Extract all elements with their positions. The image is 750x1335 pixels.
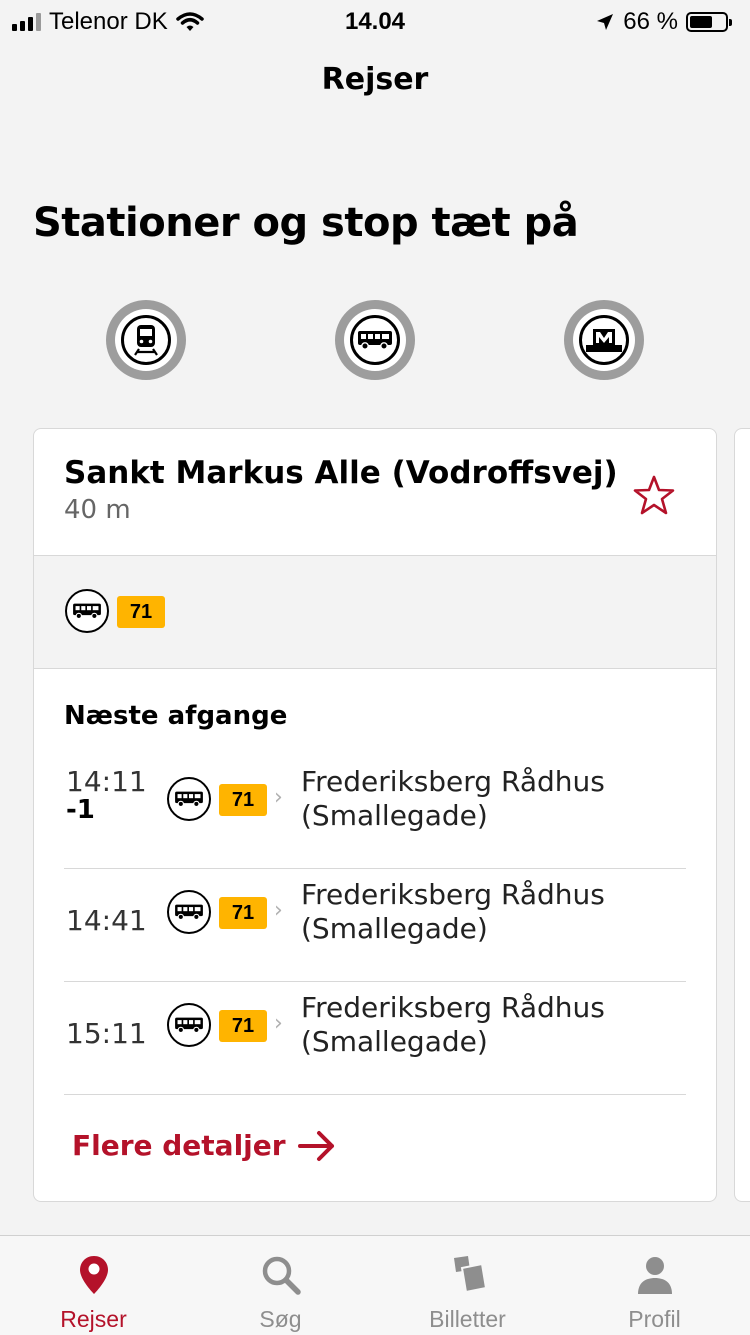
arrow-right-icon	[297, 1130, 334, 1161]
tab-profil[interactable]: Profil	[561, 1236, 748, 1335]
departure-row[interactable]: 14:41 71 › Frederiksberg Rådhus (Smalleg…	[64, 868, 686, 982]
tab-label: Rejser	[60, 1306, 127, 1332]
favorite-star-icon[interactable]	[632, 473, 676, 517]
departure-destination: Frederiksberg Rådhus (Smallegade)	[301, 765, 605, 833]
departure-time: 14:41	[66, 904, 147, 937]
bus-icon	[358, 331, 392, 350]
departure-destination: Frederiksberg Rådhus (Smallegade)	[301, 878, 605, 946]
chevron-right-icon: ›	[274, 898, 283, 923]
metro-icon	[586, 329, 622, 352]
stop-card: Sankt Markus Alle (Vodroffsvej) 40 m 71 …	[33, 428, 717, 1202]
departure-delay: -1	[66, 795, 95, 825]
status-bar: Telenor DK 14.04 66 %	[0, 0, 750, 42]
bus-icon	[167, 777, 211, 821]
bus-filter-button[interactable]	[335, 300, 415, 380]
train-filter-button[interactable]	[106, 300, 186, 380]
location-pin-icon	[79, 1256, 108, 1294]
chevron-right-icon: ›	[274, 785, 283, 810]
tab-label: Profil	[628, 1306, 681, 1332]
tab-rejser[interactable]: Rejser	[0, 1236, 187, 1335]
departures-heading: Næste afgange	[64, 701, 288, 731]
bus-icon	[167, 890, 211, 934]
bus-icon	[65, 589, 109, 633]
bus-icon	[167, 1003, 211, 1047]
departure-destination: Frederiksberg Rådhus (Smallegade)	[301, 991, 605, 1059]
departure-row[interactable]: 15:11 71 › Frederiksberg Rådhus (Smalleg…	[64, 981, 686, 1095]
battery-percent: 66 %	[623, 8, 678, 35]
line-badge: 71	[219, 1010, 267, 1042]
destination-name: Frederiksberg Rådhus	[301, 878, 605, 911]
more-details-link[interactable]: Flere detaljer	[72, 1129, 336, 1162]
tab-sog[interactable]: Søg	[187, 1236, 374, 1335]
destination-detail: (Smallegade)	[301, 1025, 488, 1058]
page-title: Rejser	[321, 62, 429, 97]
tab-label: Billetter	[429, 1306, 506, 1332]
line-badge: 71	[117, 596, 165, 628]
stop-distance: 40 m	[64, 495, 131, 525]
line-badge: 71	[219, 897, 267, 929]
more-details-label: Flere detaljer	[72, 1129, 286, 1162]
search-icon	[262, 1256, 301, 1295]
destination-detail: (Smallegade)	[301, 912, 488, 945]
line-badge: 71	[219, 784, 267, 816]
metro-filter-button[interactable]	[564, 300, 644, 380]
tab-label: Søg	[259, 1306, 302, 1332]
destination-name: Frederiksberg Rådhus	[301, 765, 605, 798]
person-icon	[637, 1257, 672, 1294]
departure-time: 14:11	[66, 765, 147, 798]
stop-name: Sankt Markus Alle (Vodroffsvej)	[64, 455, 618, 491]
destination-name: Frederiksberg Rådhus	[301, 991, 605, 1024]
next-stop-card-peek[interactable]	[734, 428, 750, 1202]
chevron-right-icon: ›	[274, 1011, 283, 1036]
tab-bar: Rejser Søg Billetter Profil	[0, 1235, 750, 1335]
destination-detail: (Smallegade)	[301, 799, 488, 832]
battery-icon	[686, 12, 732, 32]
location-arrow-icon	[597, 14, 614, 30]
tickets-icon	[453, 1256, 487, 1294]
departure-row[interactable]: 14:11 -1 71 › Frederiksberg Rådhus (Smal…	[64, 755, 686, 869]
departure-time: 15:11	[66, 1017, 147, 1050]
nearby-heading: Stationer og stop tæt på	[33, 200, 579, 246]
train-icon	[134, 325, 158, 356]
tab-billetter[interactable]: Billetter	[374, 1236, 561, 1335]
stop-lines-row: 71	[34, 555, 716, 669]
